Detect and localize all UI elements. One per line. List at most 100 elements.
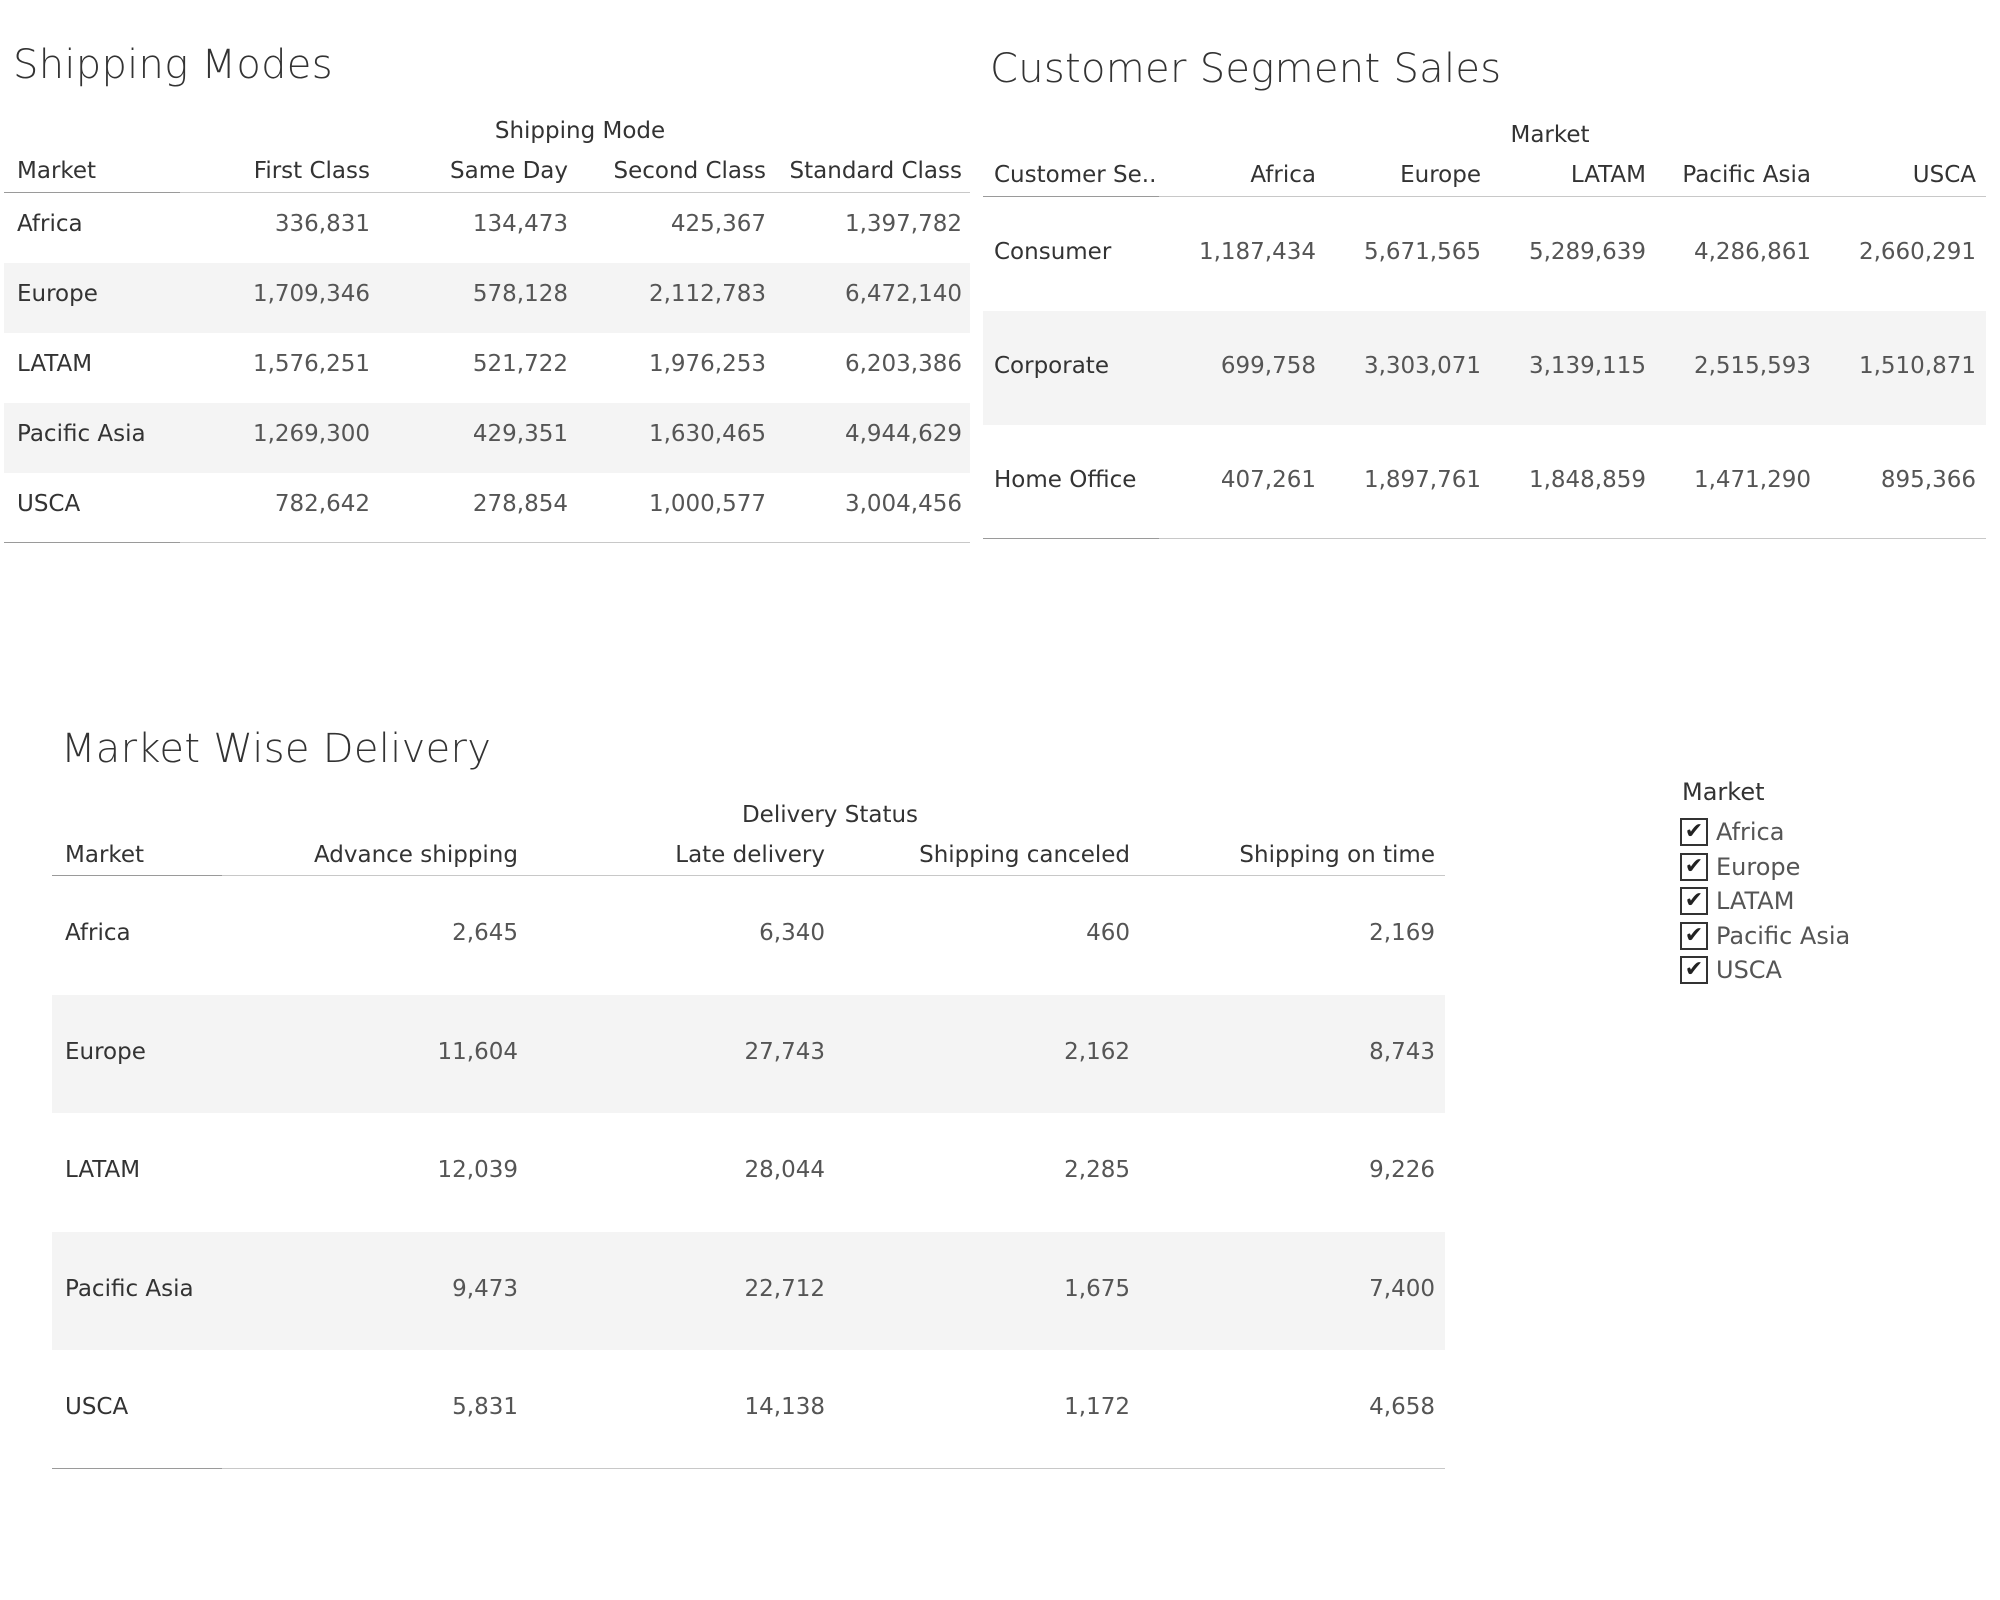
advance-shipping-column-header[interactable]: Advance shipping	[220, 842, 518, 868]
row-label[interactable]: Home Office	[994, 467, 1136, 493]
table-cell[interactable]: 460	[830, 920, 1130, 946]
table-cell[interactable]: 4,944,629	[766, 421, 962, 447]
late-delivery-column-header[interactable]: Late delivery	[525, 842, 825, 868]
checkbox[interactable]: ✔	[1680, 921, 1708, 950]
table-cell[interactable]: 782,642	[190, 491, 370, 517]
table-cell[interactable]: 14,138	[525, 1394, 825, 1420]
table-cell[interactable]: 5,289,639	[1481, 239, 1646, 265]
table-cell[interactable]: 2,112,783	[586, 281, 766, 307]
checkbox[interactable]: ✔	[1680, 818, 1708, 846]
shipping-modes-title: Shipping Modes	[13, 42, 333, 88]
row-label[interactable]: Africa	[65, 920, 131, 946]
table-cell[interactable]: 1,709,346	[190, 281, 370, 307]
shipping-canceled-column-header[interactable]: Shipping canceled	[830, 842, 1130, 868]
pacific-asia-column-header[interactable]: Pacific Asia	[1646, 162, 1811, 188]
row-label[interactable]: Pacific Asia	[17, 421, 146, 447]
customer-segment-sales-title: Customer Segment Sales	[990, 46, 1502, 92]
checkbox[interactable]: ✔	[1680, 887, 1708, 915]
table-cell[interactable]: 2,162	[830, 1039, 1130, 1065]
market-filter-item[interactable]: ✔ Europe	[1680, 851, 1800, 883]
row-label[interactable]: Europe	[65, 1039, 146, 1065]
checkbox[interactable]: ✔	[1680, 852, 1708, 881]
table-cell[interactable]: 6,472,140	[766, 281, 962, 307]
market-filter-item[interactable]: ✔ Pacific Asia	[1680, 920, 1850, 952]
table-cell[interactable]: 521,722	[390, 351, 568, 377]
row-label[interactable]: Consumer	[994, 239, 1111, 265]
row-label[interactable]: USCA	[65, 1394, 128, 1420]
africa-column-header[interactable]: Africa	[1150, 162, 1316, 188]
market-column-header[interactable]: Market	[17, 158, 96, 184]
table-cell[interactable]: 336,831	[190, 211, 370, 237]
table-cell[interactable]: 3,004,456	[766, 491, 962, 517]
table-cell[interactable]: 578,128	[390, 281, 568, 307]
table-cell[interactable]: 22,712	[525, 1276, 825, 1302]
row-header-bottom-line	[52, 1468, 222, 1469]
market-filter-label: LATAM	[1716, 887, 1795, 915]
table-cell[interactable]: 1,897,761	[1316, 467, 1481, 493]
usca-column-header[interactable]: USCA	[1811, 162, 1976, 188]
table-cell[interactable]: 1,187,434	[1150, 239, 1316, 265]
market-wise-delivery-panel: Market Wise Delivery Delivery Status Mar…	[0, 700, 1500, 1500]
table-cell[interactable]: 6,203,386	[766, 351, 962, 377]
latam-column-header[interactable]: LATAM	[1481, 162, 1646, 188]
table-cell[interactable]: 11,604	[220, 1039, 518, 1065]
table-cell[interactable]: 407,261	[1150, 467, 1316, 493]
table-cell[interactable]: 2,660,291	[1811, 239, 1976, 265]
first-class-column-header[interactable]: First Class	[190, 158, 370, 184]
table-cell[interactable]: 1,848,859	[1481, 467, 1646, 493]
market-filter-item[interactable]: ✔ USCA	[1680, 954, 1782, 986]
table-cell[interactable]: 7,400	[1135, 1276, 1435, 1302]
table-cell[interactable]: 134,473	[390, 211, 568, 237]
table-cell[interactable]: 9,473	[220, 1276, 518, 1302]
table-cell[interactable]: 425,367	[586, 211, 766, 237]
europe-column-header[interactable]: Europe	[1316, 162, 1481, 188]
table-cell[interactable]: 2,515,593	[1646, 353, 1811, 379]
table-cell[interactable]: 5,831	[220, 1394, 518, 1420]
table-cell[interactable]: 28,044	[525, 1157, 825, 1183]
table-cell[interactable]: 3,139,115	[1481, 353, 1646, 379]
table-cell[interactable]: 2,285	[830, 1157, 1130, 1183]
same-day-column-header[interactable]: Same Day	[390, 158, 568, 184]
table-cell[interactable]: 8,743	[1135, 1039, 1435, 1065]
table-cell[interactable]: 4,658	[1135, 1394, 1435, 1420]
table-cell[interactable]: 1,471,290	[1646, 467, 1811, 493]
market-filter-item[interactable]: ✔ LATAM	[1680, 885, 1794, 917]
table-cell[interactable]: 3,303,071	[1316, 353, 1481, 379]
table-cell[interactable]: 6,340	[525, 920, 825, 946]
row-label[interactable]: LATAM	[17, 351, 92, 377]
table-cell[interactable]: 1,675	[830, 1276, 1130, 1302]
table-cell[interactable]: 429,351	[390, 421, 568, 447]
table-cell[interactable]: 1,630,465	[586, 421, 766, 447]
table-cell[interactable]: 2,169	[1135, 920, 1435, 946]
table-cell[interactable]: 1,976,253	[586, 351, 766, 377]
second-class-column-header[interactable]: Second Class	[586, 158, 766, 184]
row-label[interactable]: Pacific Asia	[65, 1276, 194, 1302]
table-cell[interactable]: 9,226	[1135, 1157, 1435, 1183]
table-cell[interactable]: 699,758	[1150, 353, 1316, 379]
table-cell[interactable]: 1,510,871	[1811, 353, 1976, 379]
table-cell[interactable]: 27,743	[525, 1039, 825, 1065]
standard-class-column-header[interactable]: Standard Class	[766, 158, 962, 184]
table-cell[interactable]: 895,366	[1811, 467, 1976, 493]
customer-segment-sales-panel: Customer Segment Sales Market Customer S…	[980, 0, 2000, 560]
row-label[interactable]: Corporate	[994, 353, 1109, 379]
market-column-header[interactable]: Market	[65, 842, 144, 868]
row-label[interactable]: USCA	[17, 491, 80, 517]
table-cell[interactable]: 1,576,251	[190, 351, 370, 377]
table-cell[interactable]: 278,854	[390, 491, 568, 517]
market-filter-item[interactable]: ✔ Africa	[1680, 816, 1784, 848]
table-cell[interactable]: 5,671,565	[1316, 239, 1481, 265]
checkbox[interactable]: ✔	[1680, 956, 1708, 984]
row-label[interactable]: LATAM	[65, 1157, 140, 1183]
table-cell[interactable]: 12,039	[220, 1157, 518, 1183]
customer-segment-column-header[interactable]: Customer Se..	[994, 162, 1156, 188]
row-label[interactable]: Europe	[17, 281, 98, 307]
table-cell[interactable]: 1,397,782	[766, 211, 962, 237]
shipping-on-time-column-header[interactable]: Shipping on time	[1135, 842, 1435, 868]
table-cell[interactable]: 1,000,577	[586, 491, 766, 517]
row-label[interactable]: Africa	[17, 211, 83, 237]
table-cell[interactable]: 1,269,300	[190, 421, 370, 447]
table-cell[interactable]: 4,286,861	[1646, 239, 1811, 265]
table-cell[interactable]: 1,172	[830, 1394, 1130, 1420]
table-cell[interactable]: 2,645	[220, 920, 518, 946]
